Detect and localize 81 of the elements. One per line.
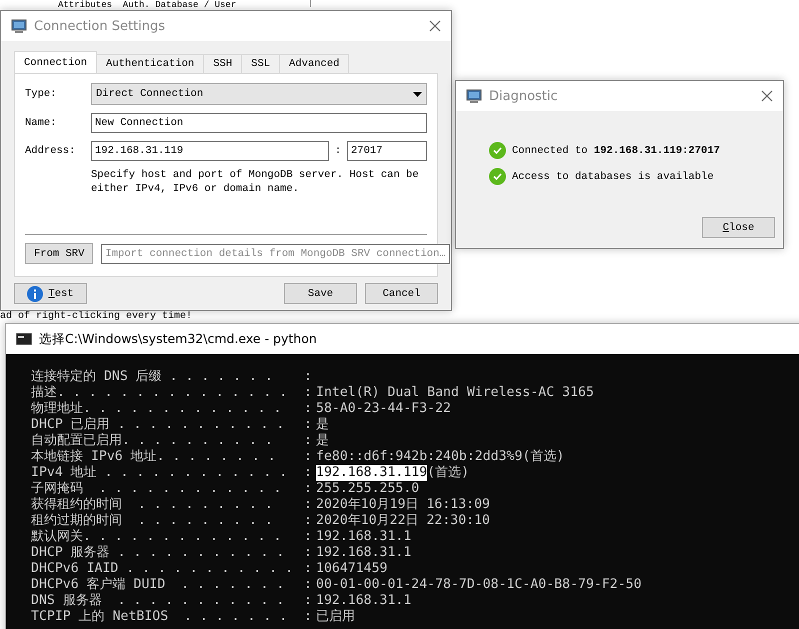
console-value: 192.168.31.1 bbox=[316, 529, 412, 545]
console-value: 255.255.255.0 bbox=[316, 481, 420, 497]
console-label: 默认网关. . . . . . . . . . . . . bbox=[31, 529, 282, 545]
console-label: DNS 服务器 . . . . . . . . . . . bbox=[31, 593, 286, 609]
port-field[interactable]: 27017 bbox=[347, 141, 427, 161]
name-field[interactable]: New Connection bbox=[91, 113, 427, 133]
check-icon bbox=[489, 142, 506, 159]
console-separator: : bbox=[304, 433, 313, 449]
tab[interactable]: Advanced bbox=[279, 54, 350, 73]
console-label: TCPIP 上的 NetBIOS . . . . . . . bbox=[31, 609, 288, 625]
monitor-icon bbox=[11, 18, 27, 34]
console-separator: : bbox=[304, 369, 313, 385]
console-separator: : bbox=[304, 401, 313, 417]
console-value: Intel(R) Dual Band Wireless-AC 3165 bbox=[316, 385, 594, 401]
from-srv-button[interactable]: From SRV bbox=[25, 243, 94, 264]
field-label: Type: bbox=[25, 88, 58, 100]
console-value: 是 bbox=[316, 417, 329, 433]
console-label: 自动配置已启用. . . . . . . . . . bbox=[31, 433, 274, 449]
close-button[interactable]: Close bbox=[702, 217, 775, 238]
console-label: 子网掩码 . . . . . . . . . . . . bbox=[31, 481, 282, 497]
address-field[interactable]: 192.168.31.119 bbox=[91, 141, 329, 161]
console-separator: : bbox=[304, 449, 313, 465]
console-value: 106471459 bbox=[316, 561, 388, 577]
console-label: DHCP 已启用 . . . . . . . . . . . bbox=[31, 417, 286, 433]
cancel-button[interactable]: Cancel bbox=[365, 283, 438, 304]
console-value: fe80::d6f:942b:240b:2dd3%9(首选) bbox=[316, 449, 564, 465]
background-text: Attributes Auth. Database / User bbox=[58, 0, 236, 10]
window-title: Connection Settings bbox=[34, 18, 166, 34]
console-value: 已启用 bbox=[316, 609, 355, 625]
status-message: Connected to 192.168.31.119:27017 bbox=[512, 144, 720, 156]
console-value: 58-A0-23-44-F3-22 bbox=[316, 401, 451, 417]
field-label: Name: bbox=[25, 117, 58, 129]
window-title: Diagnostic bbox=[489, 88, 559, 104]
srv-input-field[interactable]: Import connection details from MongoDB SRV connection… bbox=[101, 244, 450, 264]
type-dropdown[interactable]: Direct Connection bbox=[91, 83, 427, 105]
status-message: Access to databases is available bbox=[512, 170, 714, 182]
console-separator: : bbox=[304, 609, 313, 625]
info-icon bbox=[27, 286, 44, 302]
console-separator: : bbox=[304, 593, 313, 609]
port-separator: : bbox=[334, 145, 342, 157]
console-separator: : bbox=[304, 465, 313, 481]
console-separator: : bbox=[304, 577, 313, 593]
console-label: 描述. . . . . . . . . . . . . . . bbox=[31, 385, 288, 401]
test-button[interactable]: Test bbox=[14, 283, 87, 304]
help-text: Specify host and port of MongoDB server. Host can be either IPv4, IPv6 or domain name. bbox=[91, 168, 420, 196]
console-separator: : bbox=[304, 545, 313, 561]
console-separator: : bbox=[304, 417, 313, 433]
console-label: IPv4 地址 . . . . . . . . . . . . bbox=[31, 465, 288, 481]
selected-text: 192.168.31.119 bbox=[316, 465, 428, 481]
console-label: DHCP 服务器 . . . . . . . . . . . bbox=[31, 545, 286, 561]
console-value: 是 bbox=[316, 433, 329, 449]
console-separator: : bbox=[304, 513, 313, 529]
console-separator: : bbox=[304, 385, 313, 401]
console-label: 物理地址. . . . . . . . . . . . . bbox=[31, 401, 282, 417]
console-label: DHCPv6 客户端 DUID . . . . . . . bbox=[31, 577, 286, 593]
console-value: (首选) bbox=[427, 465, 470, 481]
console-separator: : bbox=[304, 529, 313, 545]
check-icon bbox=[489, 168, 506, 185]
caret-icon bbox=[413, 92, 422, 96]
close-icon[interactable] bbox=[429, 20, 441, 32]
console-label: 获得租约的时间 . . . . . . . . . bbox=[31, 497, 274, 513]
console-separator: : bbox=[304, 561, 313, 577]
console-separator: : bbox=[304, 497, 313, 513]
console-label: DHCPv6 IAID . . . . . . . . . . . bbox=[31, 561, 294, 577]
field-label: Address: bbox=[25, 145, 76, 157]
console-value: 00-01-00-01-24-78-7D-08-1C-A0-B8-79-F2-50 bbox=[316, 577, 642, 593]
console-value: 2020年10月19日 16:13:09 bbox=[316, 497, 490, 513]
window-title: 选择C:\Windows\system32\cmd.exe - python bbox=[39, 330, 318, 348]
console-icon bbox=[16, 333, 32, 345]
console-value: 192.168.31.1 bbox=[316, 545, 412, 561]
monitor-icon bbox=[466, 88, 482, 104]
console-value: 2020年10月22日 22:30:10 bbox=[316, 513, 490, 529]
console-label: 租约过期的时间 . . . . . . . . . bbox=[31, 513, 274, 529]
console-value: 192.168.31.1 bbox=[316, 593, 412, 609]
background-text: ad of right-clicking every time! bbox=[0, 311, 192, 322]
console-label: 本地链接 IPv6 地址. . . . . . . . bbox=[31, 449, 277, 465]
tab[interactable]: Connection bbox=[14, 51, 98, 73]
close-icon[interactable] bbox=[761, 90, 773, 102]
console-separator: : bbox=[304, 481, 313, 497]
save-button[interactable]: Save bbox=[284, 283, 357, 304]
console-label: 连接特定的 DNS 后缀 . . . . . . . bbox=[31, 369, 274, 385]
